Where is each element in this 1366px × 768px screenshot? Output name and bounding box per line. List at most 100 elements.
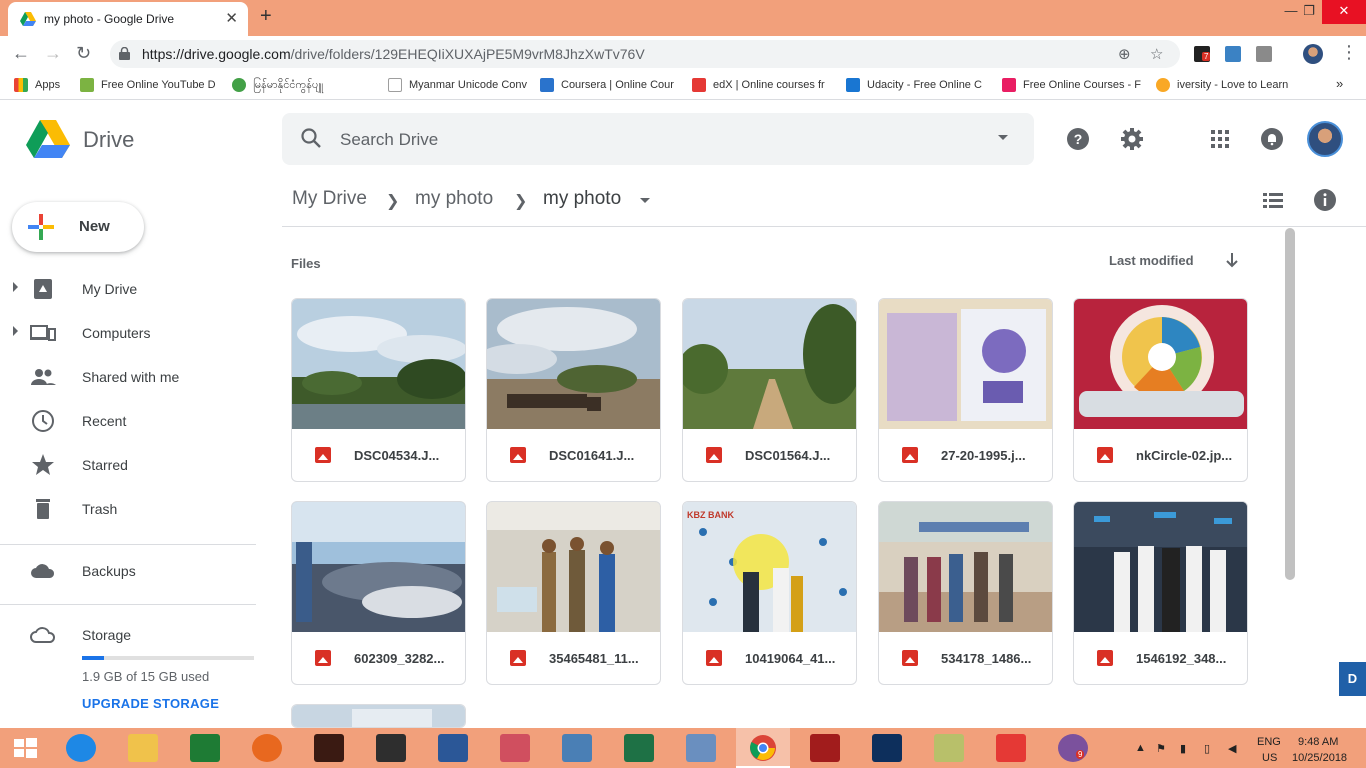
address-bar[interactable]: https://drive.google.com/drive/folders/1… [110, 40, 1180, 68]
sidebar-item-storage[interactable]: Storage [0, 613, 256, 657]
file-card[interactable]: KBZ BANK 10419064_41... [682, 501, 857, 685]
breadcrumb-folder[interactable]: my photo [415, 188, 493, 210]
sidebar-item-my-drive[interactable]: My Drive [0, 267, 256, 311]
volume-icon[interactable]: ◀ [1228, 742, 1236, 755]
reload-icon[interactable]: ↻ [76, 43, 91, 64]
url-text: https://drive.google.com/drive/folders/1… [142, 46, 645, 62]
language-indicator[interactable]: ENG [1257, 736, 1281, 748]
list-view-icon[interactable] [1262, 190, 1284, 210]
bookmark-star-icon[interactable]: ☆ [1150, 45, 1163, 63]
expand-arrow-icon[interactable] [13, 326, 18, 336]
file-card[interactable]: 534178_1486... [878, 501, 1053, 685]
folder-menu-caret-icon[interactable] [640, 198, 650, 203]
bookmark-favicon-icon [232, 78, 246, 93]
app-icon[interactable] [562, 734, 592, 762]
upgrade-storage-link[interactable]: UPGRADE STORAGE [82, 696, 219, 711]
photoshop-icon[interactable] [872, 734, 902, 762]
help-icon[interactable]: ? [1066, 127, 1090, 151]
account-avatar[interactable] [1307, 121, 1343, 157]
apps-grid-icon[interactable] [1208, 127, 1232, 151]
profile-avatar[interactable] [1303, 44, 1323, 64]
content-scrollbar[interactable] [1285, 228, 1295, 580]
forward-arrow-icon[interactable]: → [44, 43, 62, 64]
sidebar-item-computers[interactable]: Computers [0, 311, 256, 355]
file-card[interactable] [291, 704, 466, 728]
clock-time[interactable]: 9:48 AM [1298, 736, 1338, 748]
app-icon[interactable] [996, 734, 1026, 762]
bookmark-item[interactable]: Coursera | Online Cour [540, 78, 674, 94]
bookmark-item[interactable]: iversity - Love to Learn [1156, 78, 1288, 94]
sort-direction-arrow-icon[interactable] [1223, 250, 1241, 270]
image-file-icon [510, 447, 526, 463]
sidebar-item-backups[interactable]: Backups [0, 549, 256, 593]
firefox-icon[interactable] [252, 734, 282, 762]
bookmark-apps[interactable]: Apps [14, 78, 60, 94]
app-icon[interactable] [314, 734, 344, 762]
sidebar-item-trash[interactable]: Trash [0, 487, 256, 531]
breadcrumb-my-drive[interactable]: My Drive [292, 188, 367, 210]
windows-start-icon[interactable] [10, 734, 40, 762]
restore-window-button[interactable]: ❐ [1294, 0, 1324, 24]
chevron-right-icon: ❯ [386, 193, 400, 210]
file-card[interactable]: 1546192_348... [1073, 501, 1248, 685]
facebook-extension-icon[interactable] [1256, 46, 1272, 62]
bookmark-item[interactable]: Myanmar Unicode Conv [388, 78, 527, 94]
new-tab-button[interactable]: + [260, 5, 272, 28]
notifications-bell-icon[interactable] [1260, 127, 1284, 151]
sidebar-item-starred[interactable]: Starred [0, 443, 256, 487]
file-card[interactable]: DSC01641.J... [486, 298, 661, 482]
expand-arrow-icon[interactable] [13, 282, 18, 292]
coursera-icon [540, 78, 554, 92]
viber-icon[interactable]: 9 [1058, 734, 1088, 762]
sidebar-item-recent[interactable]: Recent [0, 399, 256, 443]
app-icon[interactable] [686, 734, 716, 762]
app-icon[interactable] [934, 734, 964, 762]
browser-tab-active[interactable]: my photo - Google Drive ✕ [8, 2, 248, 36]
video-editor-icon[interactable] [376, 734, 406, 762]
settings-gear-icon[interactable] [1120, 127, 1144, 151]
file-card[interactable]: DSC04534.J... [291, 298, 466, 482]
tab-close-icon[interactable]: ✕ [225, 9, 238, 27]
chrome-menu-icon[interactable]: ⋮ [1340, 42, 1358, 63]
breadcrumb-current-folder[interactable]: my photo [543, 188, 621, 210]
storage-used-text: 1.9 GB of 15 GB used [82, 669, 210, 684]
battery-icon[interactable]: ▯ [1204, 742, 1210, 755]
app-icon[interactable] [810, 734, 840, 762]
side-extension-button[interactable]: D [1339, 662, 1366, 696]
word-icon[interactable] [438, 734, 468, 762]
new-button[interactable]: New [12, 202, 144, 252]
file-card[interactable]: DSC01564.J... [682, 298, 857, 482]
back-arrow-icon[interactable]: ← [12, 43, 30, 64]
sort-by-button[interactable]: Last modified [1109, 253, 1194, 268]
file-card[interactable]: 602309_3282... [291, 501, 466, 685]
excel-icon[interactable] [624, 734, 654, 762]
internet-explorer-icon[interactable] [66, 734, 96, 762]
bookmark-item[interactable]: Free Online Courses - F [1002, 78, 1141, 94]
zoom-icon[interactable]: ⊕ [1118, 45, 1131, 63]
search-options-icon[interactable] [998, 135, 1008, 140]
clock-date[interactable]: 10/25/2018 [1292, 752, 1347, 764]
show-hidden-icons[interactable]: ▲ [1135, 742, 1146, 754]
info-icon[interactable] [1313, 188, 1337, 212]
search-bar[interactable]: Search Drive [282, 113, 1034, 165]
file-explorer-icon[interactable] [128, 734, 158, 762]
network-icon[interactable]: ▮ [1180, 742, 1186, 755]
keyboard-layout-indicator[interactable]: US [1262, 752, 1277, 764]
extension-icon[interactable]: 7 [1194, 46, 1211, 62]
chrome-icon[interactable] [748, 734, 778, 762]
bookmark-item[interactable]: မြန်မာနိုင်ငံကွန်ပျူ [232, 78, 323, 94]
search-input[interactable]: Search Drive [340, 130, 438, 150]
zip-extension-icon[interactable] [1225, 46, 1241, 62]
flag-icon[interactable]: ⚑ [1156, 742, 1166, 755]
bookmark-item[interactable]: edX | Online courses fr [692, 78, 825, 94]
bookmark-item[interactable]: Free Online YouTube D [80, 78, 216, 94]
more-bookmarks-icon[interactable]: » [1336, 76, 1343, 92]
app-icon[interactable] [500, 734, 530, 762]
sidebar-item-shared-with-me[interactable]: Shared with me [0, 355, 256, 399]
app-icon[interactable] [190, 734, 220, 762]
bookmark-item[interactable]: Udacity - Free Online C [846, 78, 982, 94]
file-card[interactable]: 35465481_11... [486, 501, 661, 685]
file-card[interactable]: nkCircle-02.jp... [1073, 298, 1248, 482]
file-card[interactable]: 27-20-1995.j... [878, 298, 1053, 482]
close-window-button[interactable]: ✕ [1322, 0, 1366, 24]
